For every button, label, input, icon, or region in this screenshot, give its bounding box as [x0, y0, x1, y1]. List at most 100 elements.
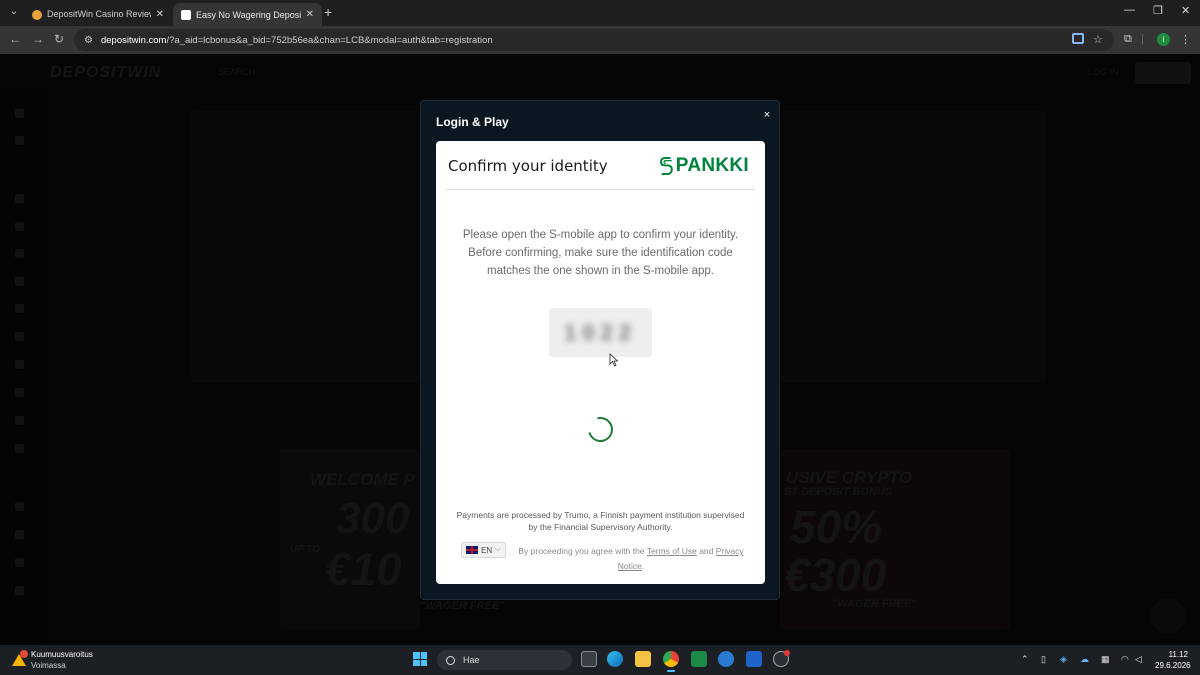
confirm-message: Please open the S-mobile app to confirm … [462, 229, 739, 277]
identification-code: 1022 [549, 308, 652, 357]
minimize-button[interactable]: — [1124, 4, 1135, 16]
sidebar-icon [15, 444, 24, 453]
profile-avatar[interactable]: i [1157, 33, 1170, 46]
sidebar-icon [15, 249, 24, 258]
tab-strip: ⌄ DepositWin Casino Review ▶ E ✕ Easy No… [0, 0, 1200, 26]
favicon-icon [181, 9, 191, 20]
promo-right-subline: ST DEPOSIT BONUS [784, 486, 893, 498]
loading-spinner [583, 412, 618, 447]
tab-title: DepositWin Casino Review ▶ E [47, 9, 151, 19]
keyboard-icon[interactable]: ▦ [1101, 654, 1110, 665]
tab-depositwin-review[interactable]: DepositWin Casino Review ▶ E ✕ [24, 3, 172, 26]
sidebar-icon [15, 109, 24, 118]
url-text: depositwin.com/?a_aid=lcbonus&a_bid=752b… [100, 34, 493, 46]
sidebar-icon [15, 194, 24, 203]
sheets-icon[interactable] [691, 651, 707, 667]
terms-of-use-link[interactable]: Terms of Use [647, 546, 697, 556]
chevron-down-icon: ⌵ [495, 546, 501, 553]
promo-right-amount: €300 [784, 549, 887, 601]
language-select[interactable]: EN ⌵ [461, 542, 506, 558]
card-divider [446, 189, 755, 190]
docs-icon[interactable] [746, 651, 762, 667]
new-tab-button[interactable]: + [324, 4, 332, 20]
sidebar-icon [15, 332, 24, 341]
s-pankki-mark-icon [660, 156, 673, 176]
edge-icon[interactable] [607, 651, 623, 667]
browser-toolbar: ← → ↻ ⚙ depositwin.com/?a_aid=lcbonus&a_… [0, 26, 1200, 54]
start-button-icon[interactable] [413, 652, 427, 666]
wifi-icon[interactable]: ◠ [1121, 654, 1129, 665]
sidebar-icon [15, 304, 24, 313]
browser-app-icon[interactable] [718, 651, 734, 667]
promo-left-amount-2: €10 [325, 543, 402, 595]
taskbar-time[interactable]: 11.12 [1160, 650, 1188, 659]
address-bar[interactable]: ⚙ depositwin.com/?a_aid=lcbonus&a_bid=75… [74, 29, 1114, 51]
identity-card: Confirm your identity PANKKI Please open… [436, 141, 765, 584]
show-hidden-icons-icon[interactable]: ⌃ [1021, 654, 1029, 665]
sidebar-icon [15, 530, 24, 539]
taskbar-date[interactable]: 29.6.2026 [1155, 661, 1191, 670]
promo-left-headline: WELCOME P [310, 470, 415, 489]
menu-icon[interactable]: ⋮ [1180, 33, 1191, 46]
weather-subtitle[interactable]: Voimassa [31, 661, 66, 670]
chrome-icon[interactable] [663, 651, 679, 672]
weather-title[interactable]: Kuumuusvaroitus [31, 650, 93, 659]
promo-banner [780, 111, 1046, 383]
terms-agreement: By proceeding you agree with the Terms o… [511, 544, 751, 574]
close-window-button[interactable]: ✕ [1181, 4, 1190, 17]
file-explorer-icon[interactable] [635, 651, 651, 667]
site-info-icon[interactable]: ⚙ [84, 35, 93, 46]
tab-close-icon[interactable]: ✕ [306, 9, 314, 20]
heat-warning-icon[interactable] [12, 650, 28, 666]
task-view-icon[interactable] [581, 651, 597, 667]
battery-icon[interactable]: ▯ [1041, 654, 1046, 665]
onedrive-icon[interactable]: ☁ [1080, 654, 1089, 665]
network-app-icon[interactable]: ◈ [1060, 654, 1067, 665]
volume-icon[interactable]: ◁ [1135, 654, 1142, 665]
tab-easy-no-wagering[interactable]: Easy No Wagering Deposit Cryp ✕ [173, 3, 322, 26]
pankki-wordmark: PANKKI [675, 155, 749, 176]
modal-title: Login & Play [436, 115, 509, 129]
sidebar-icon [15, 416, 24, 425]
favicon-icon [32, 9, 42, 20]
cast-icon[interactable] [1072, 33, 1084, 44]
s-pankki-logo: PANKKI [659, 151, 749, 181]
bookmark-star-icon[interactable]: ☆ [1093, 33, 1103, 46]
tab-close-icon[interactable]: ✕ [156, 9, 164, 20]
identification-code-value: 1022 [564, 319, 637, 345]
extensions-icon[interactable]: ⧉ [1124, 33, 1132, 46]
notification-badge [784, 650, 790, 656]
uk-flag-icon [466, 546, 478, 554]
windows-taskbar [0, 645, 1200, 675]
site-logo: DEPOSITWIN [50, 64, 162, 81]
tab-title: Easy No Wagering Deposit Cryp [196, 9, 301, 20]
promo-left-upto: UP TO [290, 544, 321, 555]
promo-right-wager: "WAGER FREE" [832, 598, 917, 610]
mouse-cursor-icon [609, 353, 619, 367]
promo-banner [191, 111, 421, 383]
site-signup-button [1135, 62, 1191, 84]
agree-suffix: . [641, 561, 645, 571]
search-icon [446, 655, 455, 665]
language-value: EN [481, 545, 493, 555]
promo-right-headline: USIVE CRYPTO [786, 468, 912, 487]
toolbar-divider: | [1141, 33, 1144, 45]
tab-search-icon[interactable]: ⌄ [6, 4, 22, 20]
promo-left-wager: "WAGER FREE" [420, 600, 505, 612]
close-icon[interactable]: × [760, 108, 774, 122]
payment-processor-note: Payments are processed by Trumo, a Finni… [456, 510, 745, 532]
agree-text: By proceeding you agree with the [518, 546, 645, 556]
reload-icon[interactable]: ↻ [54, 32, 64, 46]
sidebar-icon [15, 136, 24, 145]
sidebar [0, 94, 42, 645]
taskbar-search[interactable]: Hae [437, 650, 572, 670]
login-modal: Login & Play × Confirm your identity PAN… [420, 100, 780, 600]
sidebar-icon [15, 586, 24, 595]
forward-icon[interactable]: → [32, 32, 44, 46]
card-header: Confirm your identity PANKKI [436, 141, 765, 189]
sidebar-icon [15, 277, 24, 286]
agree-and: and [699, 546, 714, 556]
restore-button[interactable]: ❐ [1153, 4, 1163, 17]
site-search: SEARCH [218, 67, 256, 77]
back-icon[interactable]: ← [9, 32, 21, 46]
